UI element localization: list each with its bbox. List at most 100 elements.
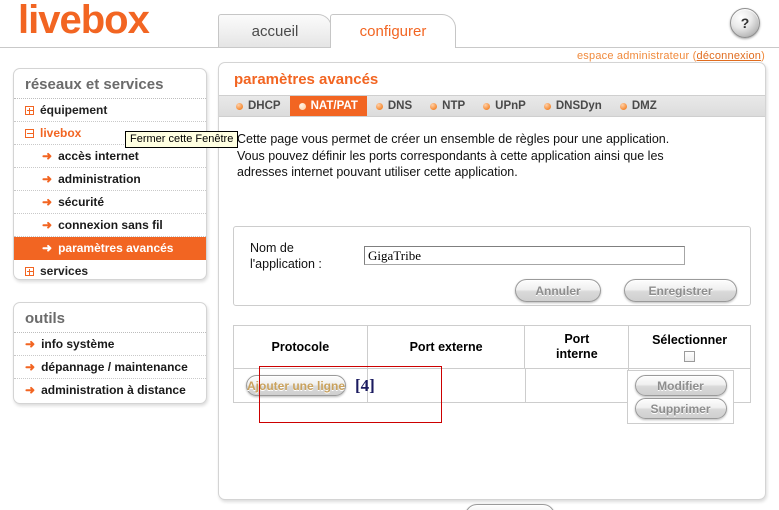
- bullet-icon: [619, 102, 627, 110]
- logout-link[interactable]: déconnexion: [697, 50, 762, 62]
- tab-configurer[interactable]: configurer: [330, 14, 456, 48]
- page-description-line-1: Cette page vous permet de créer un ensem…: [237, 132, 670, 146]
- sidebar-item-parametres-avances[interactable]: ➜ paramètres avancés: [14, 237, 206, 260]
- delete-button-label: Supprimer: [650, 401, 711, 416]
- sidebar-item-securite[interactable]: ➜ sécurité: [14, 191, 206, 214]
- admin-space-close-paren: ): [761, 50, 765, 62]
- subtab-dns[interactable]: DNS: [367, 96, 421, 116]
- tab-accueil[interactable]: accueil: [218, 14, 332, 48]
- arrow-right-icon: ➜: [25, 337, 36, 351]
- sidebar-networks-title: réseaux et services: [14, 69, 206, 99]
- arrow-right-icon: ➜: [25, 360, 36, 374]
- sidebar-item-services-label: services: [40, 264, 89, 278]
- page-root: livebox ? accueil configurer espace admi…: [0, 0, 779, 510]
- sidebar-item-administration-a-distance[interactable]: ➜ administration à distance: [14, 379, 206, 401]
- select-all-checkbox[interactable]: [684, 350, 696, 362]
- application-name-label-line-1: Nom de: [250, 241, 294, 255]
- column-header-port-interne: Port interne: [525, 326, 630, 368]
- column-header-port-interne-line-1: Port: [564, 332, 590, 346]
- subtab-dhcp[interactable]: DHCP: [227, 96, 290, 116]
- add-row-button[interactable]: Ajouter une ligne: [246, 375, 347, 396]
- arrow-right-icon: ➜: [25, 383, 36, 397]
- help-icon[interactable]: ?: [730, 8, 760, 38]
- delete-button[interactable]: Supprimer: [634, 398, 727, 419]
- arrow-right-icon: ➜: [42, 195, 53, 209]
- edit-button[interactable]: Modifier: [634, 375, 727, 396]
- application-name-input[interactable]: [364, 246, 685, 265]
- cell-port-externe: [368, 369, 526, 402]
- sidebar-item-equipement[interactable]: équipement: [14, 99, 206, 122]
- sidebar-item-securite-label: sécurité: [58, 195, 105, 209]
- sidebar-item-info-systeme-label: info système: [41, 337, 115, 351]
- cancel-button-label: Annuler: [535, 283, 581, 298]
- back-button[interactable]: ← Retour: [465, 504, 555, 510]
- add-row-button-label: Ajouter une ligne: [247, 378, 346, 393]
- help-icon-glyph: ?: [740, 15, 750, 31]
- arrow-right-icon: ➜: [42, 172, 53, 186]
- cell-protocole: Ajouter une ligne [4]: [234, 369, 375, 402]
- sidebar-item-depannage-maintenance-label: dépannage / maintenance: [41, 360, 188, 374]
- cell-port-interne: [526, 369, 630, 402]
- collapse-minus-icon[interactable]: [25, 128, 34, 138]
- subtab-upnp[interactable]: UPnP: [474, 96, 535, 116]
- column-header-port-externe: Port externe: [368, 326, 526, 368]
- sidebar-item-equipement-label: équipement: [40, 103, 108, 117]
- page-description: Cette page vous permet de créer un ensem…: [219, 117, 765, 181]
- bullet-icon: [483, 102, 491, 110]
- column-header-port-interne-line-2: interne: [555, 347, 598, 361]
- arrow-right-icon: ➜: [42, 218, 53, 232]
- sidebar-item-services[interactable]: services: [14, 260, 206, 282]
- tab-configurer-label: configurer: [359, 23, 427, 40]
- save-button[interactable]: Enregistrer: [624, 279, 737, 302]
- bullet-icon: [298, 102, 306, 110]
- row-actions-panel: Modifier Supprimer: [627, 370, 734, 424]
- admin-space-line: espace administrateur (déconnexion): [577, 50, 765, 62]
- sidebar-tools-title: outils: [14, 303, 206, 333]
- subtab-dnsdyn[interactable]: DNSDyn: [535, 96, 611, 116]
- sidebar-item-administration-a-distance-label: administration à distance: [41, 383, 186, 397]
- sidebar-item-info-systeme[interactable]: ➜ info système: [14, 333, 206, 356]
- arrow-right-icon: ➜: [42, 241, 53, 255]
- application-name-form: Nom de l'application : Annuler Enregistr…: [233, 226, 751, 306]
- tooltip-fermer-cette-fenetre: Fermer cette Fenêtre: [125, 131, 239, 148]
- sidebar-item-administration[interactable]: ➜ administration: [14, 168, 206, 191]
- subtab-upnp-label: UPnP: [495, 100, 526, 112]
- page-description-line-3: adresses internet pouvant utiliser cette…: [237, 165, 518, 179]
- bullet-icon: [375, 102, 383, 110]
- sidebar-tools-panel: outils ➜ info système ➜ dépannage / main…: [13, 302, 207, 404]
- arrow-right-icon: ➜: [42, 149, 53, 163]
- save-button-label: Enregistrer: [648, 283, 713, 298]
- cancel-button[interactable]: Annuler: [515, 279, 601, 302]
- sidebar-item-acces-internet-label: accès internet: [58, 149, 139, 163]
- column-header-selectionner-label: Sélectionner: [652, 332, 728, 347]
- page-description-line-2: Vous pouvez définir les ports correspond…: [237, 148, 664, 163]
- page-title: paramètres avancés: [234, 71, 379, 88]
- livebox-logo: livebox: [18, 0, 150, 42]
- subtab-ntp[interactable]: NTP: [421, 96, 474, 116]
- sidebar-item-depannage-maintenance[interactable]: ➜ dépannage / maintenance: [14, 356, 206, 379]
- application-name-label: Nom de l'application :: [250, 240, 322, 272]
- subtab-ntp-label: NTP: [442, 100, 466, 112]
- sidebar-item-livebox-label: livebox: [40, 126, 82, 140]
- settings-subtabs: DHCP NAT/PAT DNS NTP UPnP DNSDyn DMZ: [219, 95, 765, 117]
- admin-space-label: espace administrateur (: [576, 50, 697, 62]
- sidebar-networks-panel: réseaux et services équipement livebox ➜…: [13, 68, 207, 280]
- subtab-dnsdyn-label: DNSDyn: [555, 100, 602, 112]
- bullet-icon: [430, 102, 438, 110]
- expand-plus-icon[interactable]: [25, 105, 34, 115]
- tab-accueil-label: accueil: [251, 23, 299, 40]
- sidebar-item-acces-internet[interactable]: ➜ accès internet: [14, 145, 206, 168]
- bullet-icon: [236, 102, 243, 110]
- expand-plus-icon[interactable]: [25, 266, 34, 276]
- sidebar-item-parametres-avances-label: paramètres avancés: [58, 241, 174, 255]
- sidebar-item-connexion-sans-fil[interactable]: ➜ connexion sans fil: [14, 214, 206, 237]
- subtab-nat-pat[interactable]: NAT/PAT: [289, 96, 367, 116]
- subtab-dmz[interactable]: DMZ: [611, 96, 666, 116]
- application-name-label-line-2: l'application :: [250, 257, 322, 271]
- subtab-dhcp-label: DHCP: [248, 100, 281, 112]
- table-header-row: Protocole Port externe Port interne Séle…: [234, 326, 750, 369]
- main-content-panel: paramètres avancés DHCP NAT/PAT DNS NTP …: [218, 62, 766, 510]
- column-header-protocole: Protocole: [234, 326, 368, 368]
- sidebar-item-connexion-sans-fil-label: connexion sans fil: [58, 218, 163, 232]
- column-header-selectionner: Sélectionner: [629, 326, 750, 368]
